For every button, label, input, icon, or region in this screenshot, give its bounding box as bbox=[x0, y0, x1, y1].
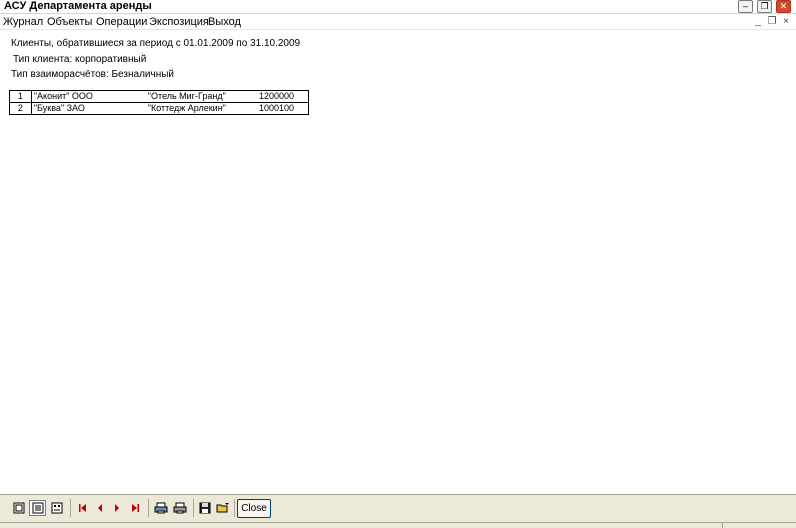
save-icon[interactable] bbox=[196, 500, 213, 516]
menu-item-exit[interactable]: Выход bbox=[208, 16, 241, 29]
print-setup-icon[interactable] bbox=[152, 500, 169, 516]
close-window-button[interactable]: ✕ bbox=[776, 0, 791, 13]
mdi-minimize-icon[interactable]: _ bbox=[752, 17, 764, 28]
single-page-view-icon[interactable] bbox=[10, 500, 27, 516]
row-number: 1 bbox=[9, 90, 32, 103]
multi-page-view-icon[interactable] bbox=[48, 500, 65, 516]
open-icon[interactable] bbox=[214, 500, 231, 516]
row-amount: 1000100 bbox=[245, 102, 309, 115]
row-client: "Аконит" ООО bbox=[31, 90, 146, 103]
menu-item-operations[interactable]: Операции bbox=[96, 16, 147, 29]
restore-icon: ❐ bbox=[760, 1, 769, 11]
report-period-header: Клиенты, обратившиеся за период с 01.01.… bbox=[11, 38, 301, 49]
status-bar bbox=[0, 522, 796, 528]
print-icon[interactable] bbox=[171, 500, 188, 516]
row-amount: 1200000 bbox=[245, 90, 309, 103]
toolbar-separator bbox=[234, 499, 235, 517]
next-page-icon[interactable] bbox=[108, 500, 125, 516]
toolbar-separator bbox=[148, 499, 149, 517]
menu-item-objects[interactable]: Объекты bbox=[47, 16, 92, 29]
previous-page-icon[interactable] bbox=[91, 500, 108, 516]
report-client-type: Тип клиента: корпоративный bbox=[13, 54, 147, 65]
menu-item-exposition[interactable]: Экспозиция bbox=[149, 16, 209, 29]
report-preview: Клиенты, обратившиеся за период с 01.01.… bbox=[0, 31, 796, 494]
window-title: АСУ Департамента аренды bbox=[4, 0, 152, 12]
row-client: "Буква" ЗАО bbox=[31, 102, 146, 115]
status-bar-divider bbox=[722, 523, 723, 528]
row-number: 2 bbox=[9, 102, 32, 115]
report-table: 1 "Аконит" ООО "Отель Миг-Гранд" 1200000… bbox=[9, 90, 309, 115]
close-button[interactable]: Close bbox=[237, 499, 271, 518]
mdi-close-icon[interactable]: × bbox=[780, 17, 792, 28]
preview-toolbar: Close bbox=[0, 494, 796, 522]
menu-item-journal[interactable]: Журнал bbox=[3, 16, 43, 29]
menu-bar: Журнал Объекты Операции Экспозиция Выход… bbox=[0, 15, 796, 30]
last-page-icon[interactable] bbox=[126, 500, 143, 516]
row-object: "Отель Миг-Гранд" bbox=[145, 90, 246, 103]
report-payment-type: Тип взаиморасчётов: Безналичный bbox=[11, 69, 174, 80]
window-titlebar[interactable]: АСУ Департамента аренды – ❐ ✕ bbox=[0, 0, 796, 14]
row-object: "Коттедж Арлекин" bbox=[145, 102, 246, 115]
minimize-icon: – bbox=[742, 1, 748, 11]
restore-button[interactable]: ❐ bbox=[757, 0, 772, 13]
mdi-restore-icon[interactable]: ❐ bbox=[766, 17, 778, 28]
table-row: 2 "Буква" ЗАО "Коттедж Арлекин" 1000100 bbox=[9, 102, 309, 115]
first-page-icon[interactable] bbox=[74, 500, 91, 516]
minimize-button[interactable]: – bbox=[738, 0, 753, 13]
page-width-view-icon[interactable] bbox=[29, 500, 46, 516]
close-icon: ✕ bbox=[779, 1, 788, 11]
toolbar-separator bbox=[193, 499, 194, 517]
toolbar-separator bbox=[70, 499, 71, 517]
table-row: 1 "Аконит" ООО "Отель Миг-Гранд" 1200000 bbox=[9, 90, 309, 103]
